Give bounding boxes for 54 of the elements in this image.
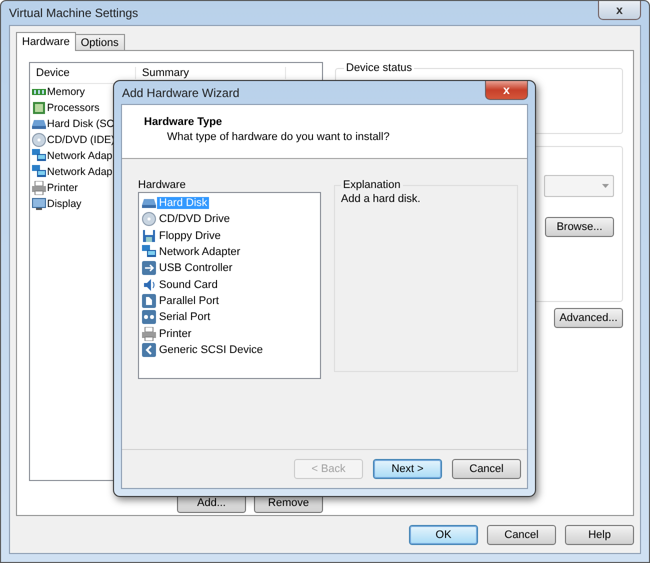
hardware-item[interactable]: Network Adapter [157,246,242,258]
port-icon [142,310,156,324]
network-icon [142,245,156,260]
help-button[interactable]: Help [565,525,634,545]
step-heading: Hardware Type [144,116,224,128]
group-label: Explanation [342,179,402,191]
hardware-item[interactable]: Floppy Drive [157,230,223,242]
hardware-item[interactable]: Generic SCSI Device [157,344,265,356]
advanced-button[interactable]: Advanced... [554,308,623,328]
device-name[interactable]: Printer [47,182,78,194]
next-button[interactable]: Next > [373,459,442,479]
hardware-item[interactable]: Serial Port [157,311,212,324]
step-description: What type of hardware do you want to install? [166,131,391,143]
close-button[interactable]: x [598,1,641,20]
device-name[interactable]: Hard Disk (SC [47,118,114,130]
dropdown-arrow-icon [602,184,609,188]
device-name[interactable]: Network Adap [47,150,112,162]
monitor-icon [32,197,46,211]
explanation-text: Add a hard disk. [341,193,420,205]
list-label: Hardware [138,179,187,191]
device-icon [142,342,156,357]
printer-icon [142,326,156,341]
usb-icon [142,261,156,276]
ok-button[interactable]: OK [409,525,478,545]
chip-icon [32,101,46,115]
network-icon [32,165,46,179]
close-button[interactable]: x [485,81,528,100]
hardware-item[interactable]: Printer [157,328,194,340]
dropdown[interactable] [544,175,614,197]
tab[interactable]: Hardware [16,32,76,51]
hardware-item[interactable]: CD/DVD Drive [157,213,232,226]
dialog-title: Add Hardware Wizard [121,86,240,100]
device-name[interactable]: Processors [47,102,100,114]
hardware-item[interactable]: Parallel Port [157,294,221,307]
cancel-button[interactable]: Cancel [487,525,556,545]
port-icon [142,294,156,308]
hardware-item[interactable]: USB Controller [157,262,234,274]
hardware-item[interactable]: Sound Card [157,278,220,291]
tab[interactable]: Options [74,34,125,51]
device-name[interactable]: Network Adap [47,166,112,178]
floppy-icon [142,228,156,243]
printer-icon [32,181,46,195]
disc-icon [32,133,46,147]
device-name[interactable]: Display [47,198,82,210]
network-icon [32,149,46,163]
column-header[interactable]: Summary [136,67,286,79]
column-header[interactable]: Device [30,67,136,79]
device-name[interactable]: Memory [47,86,85,98]
window-title: Virtual Machine Settings [9,6,138,20]
cancel-button[interactable]: Cancel [452,459,521,479]
speaker-icon [142,278,156,292]
browse-button[interactable]: Browse... [545,217,614,237]
disc-icon [142,212,156,226]
group-label: Device status [345,62,414,74]
